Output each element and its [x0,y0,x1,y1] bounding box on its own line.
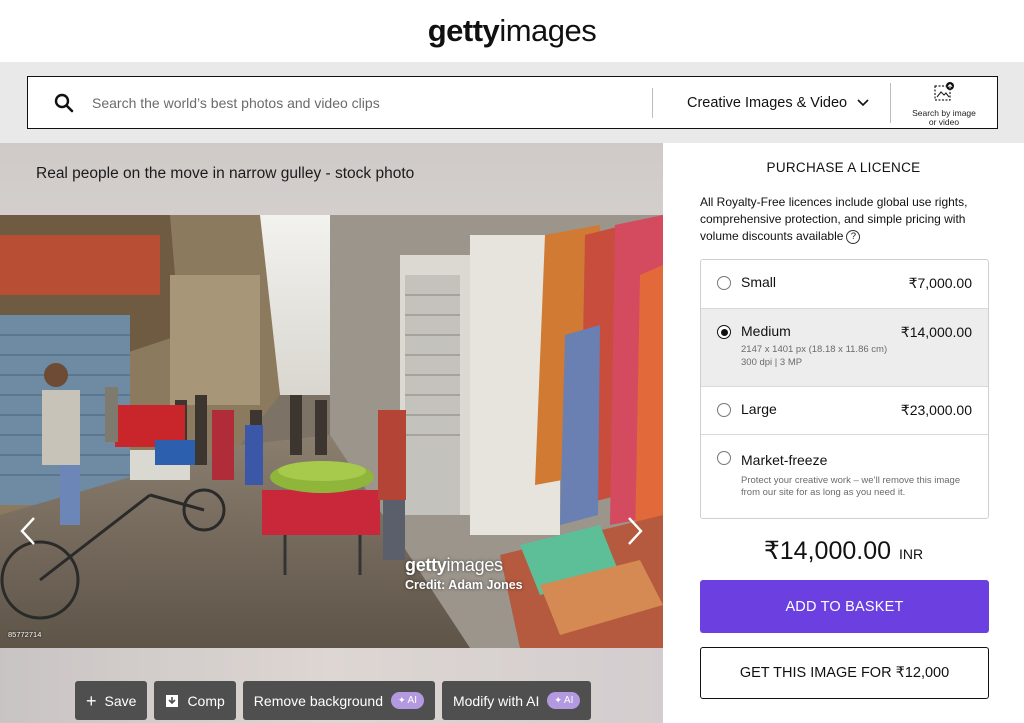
watermark-bold: getty [405,555,447,575]
ai-badge-label: AI [407,695,417,706]
licence-name: Large [741,401,777,417]
licence-name: Small [741,274,777,290]
ai-badge: ✦ AI [390,692,424,709]
logo-light-text: images [499,13,597,48]
licence-price: ₹7,000.00 [908,275,972,291]
info-icon[interactable]: ? [846,229,861,244]
ai-badge-label: AI [563,695,574,706]
licence-options: Small ₹7,000.00 Medium ₹14,000.00 2147 x… [700,259,989,519]
licence-dimensions: 2147 x 1401 px (18.18 x 11.86 cm) [741,344,888,355]
modify-with-ai-button[interactable]: Modify with AI ✦ AI [441,681,592,720]
image-panel: Real people on the move in narrow gulley… [0,143,663,723]
licence-name: Medium [741,323,791,339]
licence-name: Market-freeze [741,452,828,468]
stock-photo[interactable]: gettyimages Credit: Adam Jones 85772714 [0,215,663,648]
purchase-heading: PURCHASE A LICENCE [766,160,921,175]
add-to-basket-button[interactable]: ADD TO BASKET [700,580,989,633]
image-credit: Credit: Adam Jones [405,578,523,592]
radio-large[interactable] [717,403,731,417]
image-actions: + Save Comp Remove background ✦ AI Modify… [75,681,592,720]
search-divider-2 [890,83,891,123]
watermark: gettyimages Credit: Adam Jones [405,555,523,592]
watermark-logo: gettyimages [405,555,523,576]
licence-option-large[interactable]: Large ₹23,000.00 [701,386,988,434]
download-icon [166,694,179,707]
sparkle-icon: ✦ [397,695,406,705]
licence-intro: All Royalty-Free licences include global… [700,194,990,245]
licence-option-market-freeze[interactable]: Market-freeze Protect your creative work… [701,434,988,518]
price-summary: ₹14,000.00 INR [663,536,1024,566]
search-band: Creative Images & Video Search by image … [0,62,1024,143]
content-type-label: Creative Images & Video [687,95,848,111]
licence-option-small[interactable]: Small ₹7,000.00 [701,260,988,308]
search-icon[interactable] [54,93,74,113]
radio-medium[interactable] [717,325,731,339]
ai-badge: ✦ AI [547,692,581,709]
chevron-right-icon[interactable] [625,515,645,547]
street-photo-illustration [0,215,663,648]
image-title: Real people on the move in narrow gulley… [36,165,415,182]
search-divider [652,88,653,118]
licence-price: ₹23,000.00 [900,402,972,418]
licence-resolution: 300 dpi | 3 MP [741,357,803,368]
licence-option-medium[interactable]: Medium ₹14,000.00 2147 x 1401 px (18.18 … [701,308,988,386]
market-freeze-description: Protect your creative work – we’ll remov… [741,475,961,498]
logo-bold-text: getty [427,13,500,48]
content-type-dropdown[interactable]: Creative Images & Video [687,77,869,129]
save-button[interactable]: + Save [75,681,148,720]
radio-small[interactable] [717,276,731,290]
image-id: 85772714 [8,630,42,639]
licence-price: ₹14,000.00 [900,324,972,340]
total-price: ₹14,000.00 [763,537,891,565]
comp-label: Comp [187,692,225,709]
chevron-left-icon[interactable] [18,515,38,547]
watermark-light: images [446,555,504,575]
purchase-panel: PURCHASE A LICENCE All Royalty-Free lice… [663,143,1024,723]
search-input[interactable] [92,87,652,119]
currency-code: INR [899,546,924,562]
remove-background-label: Remove background [253,692,383,709]
modify-label: Modify with AI [452,692,540,709]
image-search-icon [934,82,954,101]
gettyimages-logo[interactable]: gettyimages [428,13,597,49]
licence-intro-text: All Royalty-Free licences include global… [700,195,968,243]
radio-market-freeze[interactable] [717,451,731,465]
get-image-offer-button[interactable]: GET THIS IMAGE FOR ₹12,000 [700,647,989,699]
plus-icon: + [86,690,97,711]
comp-button[interactable]: Comp [154,681,236,720]
sparkle-icon: ✦ [554,695,562,705]
top-bar: gettyimages [0,0,1024,62]
search-by-image-label: Search by image or video [912,108,976,127]
chevron-down-icon [857,99,869,107]
search-box: Creative Images & Video Search by image … [27,76,998,129]
search-by-image-button[interactable]: Search by image or video [908,82,980,127]
save-label: Save [104,692,137,709]
remove-background-button[interactable]: Remove background ✦ AI [242,681,435,720]
